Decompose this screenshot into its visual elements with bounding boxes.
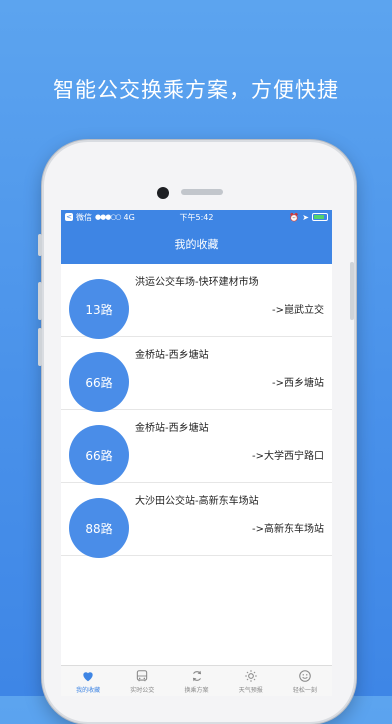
favorite-row[interactable]: 13路 洪运公交车场-快环建材市场 ->崑武立交 [61, 264, 332, 339]
route-direction: ->大学西宁路口 [252, 451, 324, 462]
favorite-row[interactable]: 66路 金桥站-西乡塘站 ->西乡塘站 [61, 337, 332, 412]
route-badge: 13路 [69, 279, 129, 339]
tab-label: 轻松一刻 [292, 687, 317, 694]
sun-icon [244, 670, 257, 682]
bus-icon [137, 670, 148, 682]
app-screen: < 微信 ●●●○○ 4G 下午5:42 ⏰ ➤ 我的收藏 13路 洪运公交车场… [61, 210, 332, 696]
route-badge: 66路 [69, 352, 129, 412]
tab-label: 换乘方案 [184, 687, 209, 694]
front-camera [157, 187, 169, 199]
route-badge: 88路 [69, 498, 129, 558]
route-name: 金桥站-西乡塘站 [135, 350, 209, 361]
tab-favorites[interactable]: 我的收藏 [61, 666, 115, 696]
tab-transfer-plan[interactable]: 换乘方案 [169, 666, 223, 696]
route-badge: 66路 [69, 425, 129, 485]
route-name: 大沙田公交站-高新东车场站 [135, 496, 259, 507]
route-name: 金桥站-西乡塘站 [135, 423, 209, 434]
status-time: 下午5:42 [179, 213, 214, 222]
favorite-row[interactable]: 88路 大沙田公交站-高新东车场站 ->高新东车场站 [61, 483, 332, 558]
route-name: 洪运公交车场-快环建材市场 [135, 277, 259, 288]
heart-icon [83, 672, 93, 682]
route-direction: ->崑武立交 [272, 305, 324, 316]
refresh-icon [192, 670, 201, 682]
promo-headline: 智能公交换乘方案，方便快捷 [53, 78, 339, 102]
tab-weather[interactable]: 天气预报 [224, 666, 278, 696]
status-bar: < 微信 ●●●○○ 4G 下午5:42 ⏰ ➤ [61, 210, 332, 224]
earpiece [181, 189, 223, 195]
tab-relax[interactable]: 轻松一刻 [278, 666, 332, 696]
phone-side-button [38, 282, 42, 320]
phone-side-button [38, 328, 42, 366]
battery-icon [312, 213, 328, 221]
route-direction: ->高新东车场站 [252, 524, 324, 535]
phone-side-button [38, 234, 42, 256]
tab-bar: 我的收藏 实时公交 换乘方案 天气预报 轻松一刻 [61, 665, 332, 696]
smile-icon [299, 670, 311, 682]
tab-label: 我的收藏 [76, 687, 101, 694]
route-direction: ->西乡塘站 [272, 378, 324, 389]
favorite-row[interactable]: 66路 金桥站-西乡塘站 ->大学西宁路口 [61, 410, 332, 485]
favorites-list: 13路 洪运公交车场-快环建材市场 ->崑武立交 66路 金桥站-西乡塘站 ->… [61, 264, 332, 558]
tab-label: 实时公交 [130, 687, 155, 694]
nav-bar: 我的收藏 [61, 224, 332, 264]
page-title: 我的收藏 [174, 238, 219, 251]
tab-realtime-bus[interactable]: 实时公交 [115, 666, 169, 696]
tab-label: 天气预报 [238, 687, 263, 694]
phone-side-button [350, 262, 354, 320]
